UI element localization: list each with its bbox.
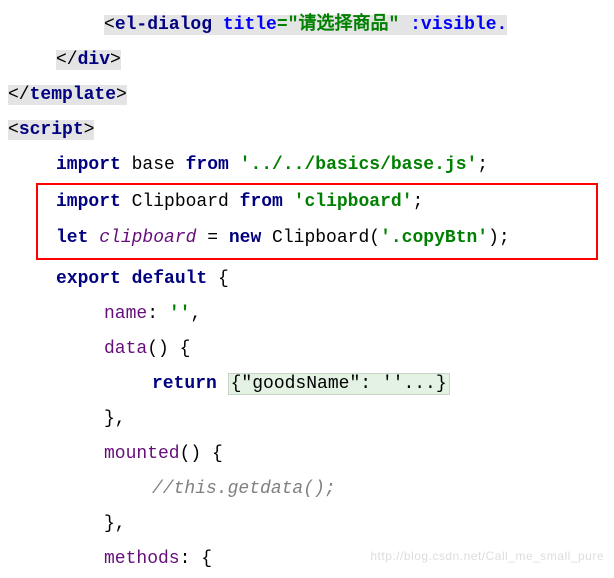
watermark: http://blog.csdn.net/Call_me_small_pure: [370, 545, 604, 568]
kw-default: default: [132, 269, 208, 289]
punct: <: [104, 15, 115, 35]
code-line-10: data() {: [8, 332, 606, 367]
code-line-12: },: [8, 402, 606, 437]
code-line-5: import base from '../../basics/base.js';: [8, 148, 606, 183]
code-line-4: <script>: [8, 113, 606, 148]
kw-import: import: [56, 192, 121, 212]
code-line-6: import Clipboard from 'clipboard';: [56, 185, 596, 220]
tag-el-dialog: el-dialog: [115, 15, 212, 35]
tag-template-close: template: [30, 85, 116, 105]
code-line-11: return {"goodsName": ''...}: [8, 367, 606, 402]
prop-mounted: mounted: [104, 444, 180, 464]
kw-new: new: [229, 228, 261, 248]
code-line-13: mounted() {: [8, 437, 606, 472]
attr-title: title: [223, 15, 277, 35]
prop-methods: methods: [104, 549, 180, 569]
kw-export: export: [56, 269, 121, 289]
kw-let: let: [56, 228, 88, 248]
comment-getdata: //this.getdata();: [152, 479, 336, 499]
highlighted-code-block: import Clipboard from 'clipboard'; let c…: [36, 183, 598, 259]
code-line-7: let clipboard = new Clipboard('.copyBtn'…: [56, 221, 596, 256]
prop-data: data: [104, 339, 147, 359]
code-line-9: name: '',: [8, 297, 606, 332]
code-line-2: </div>: [8, 43, 606, 78]
kw-return: return: [152, 374, 217, 394]
code-line-15: },: [8, 507, 606, 542]
prop-name: name: [104, 304, 147, 324]
code-line-1: <el-dialog title="请选择商品" :visible.: [8, 8, 606, 43]
folded-object[interactable]: {"goodsName": ''...}: [228, 373, 450, 395]
kw-import: import: [56, 155, 121, 175]
attr-title-value: "请选择商品": [288, 15, 400, 35]
selector-copybtn: '.copyBtn': [380, 228, 488, 248]
code-line-14: //this.getdata();: [8, 472, 606, 507]
attr-visible: :visible.: [410, 15, 507, 35]
tag-script-open: script: [19, 120, 84, 140]
code-line-3: </template>: [8, 78, 606, 113]
import-clipboard: 'clipboard': [294, 192, 413, 212]
tag-div-close: div: [78, 50, 110, 70]
var-clipboard: clipboard: [99, 228, 196, 248]
code-line-8: export default {: [8, 262, 606, 297]
import-path-base: '../../basics/base.js': [240, 155, 478, 175]
